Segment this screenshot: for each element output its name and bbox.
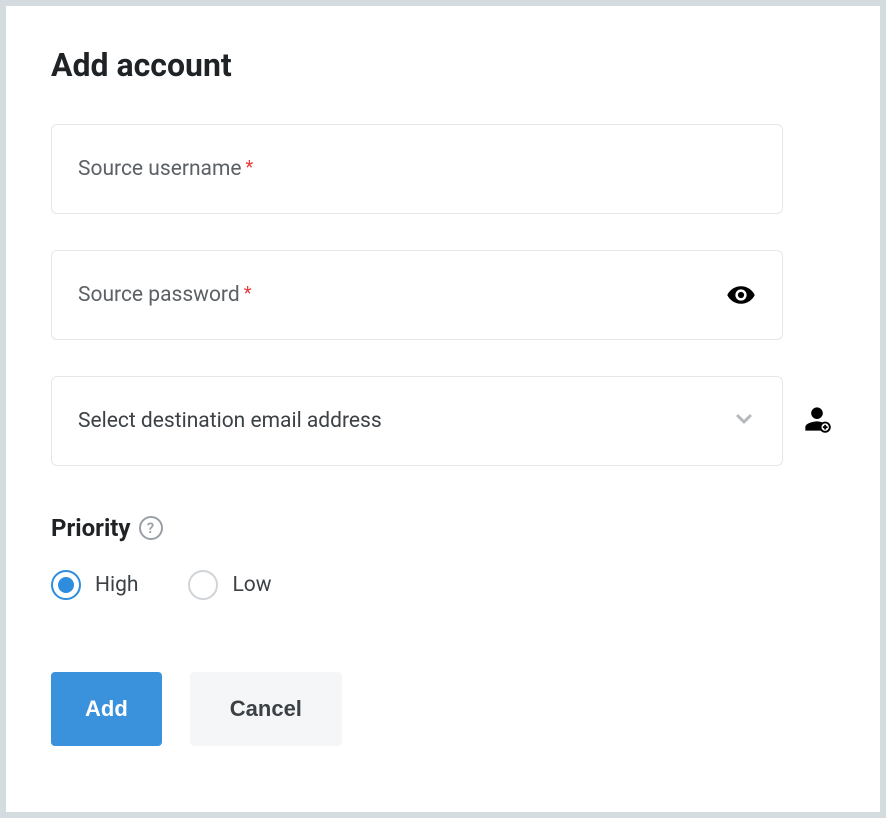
chevron-down-icon bbox=[732, 407, 756, 435]
source-password-field[interactable]: Source password* bbox=[51, 250, 835, 340]
show-password-icon[interactable] bbox=[726, 280, 756, 310]
source-password-label: Source password* bbox=[78, 283, 251, 307]
radio-indicator bbox=[188, 570, 218, 600]
required-asterisk: * bbox=[244, 283, 252, 304]
source-username-label: Source username* bbox=[78, 157, 253, 181]
add-button[interactable]: Add bbox=[51, 672, 162, 746]
add-user-icon[interactable] bbox=[803, 405, 831, 437]
destination-placeholder: Select destination email address bbox=[78, 409, 382, 433]
add-account-panel: Add account Source username* Source pass… bbox=[6, 6, 880, 812]
destination-email-select[interactable]: Select destination email address bbox=[51, 376, 783, 466]
cancel-button[interactable]: Cancel bbox=[190, 672, 342, 746]
priority-high-radio[interactable]: High bbox=[51, 570, 138, 600]
help-icon[interactable]: ? bbox=[139, 516, 163, 540]
priority-high-label: High bbox=[95, 573, 138, 597]
priority-radio-group: High Low bbox=[51, 570, 835, 600]
page-title: Add account bbox=[51, 46, 835, 84]
required-asterisk: * bbox=[246, 157, 254, 178]
source-username-field[interactable]: Source username* bbox=[51, 124, 835, 214]
priority-label: Priority bbox=[51, 514, 131, 542]
priority-low-radio[interactable]: Low bbox=[188, 570, 271, 600]
priority-low-label: Low bbox=[232, 573, 271, 597]
radio-indicator bbox=[51, 570, 81, 600]
